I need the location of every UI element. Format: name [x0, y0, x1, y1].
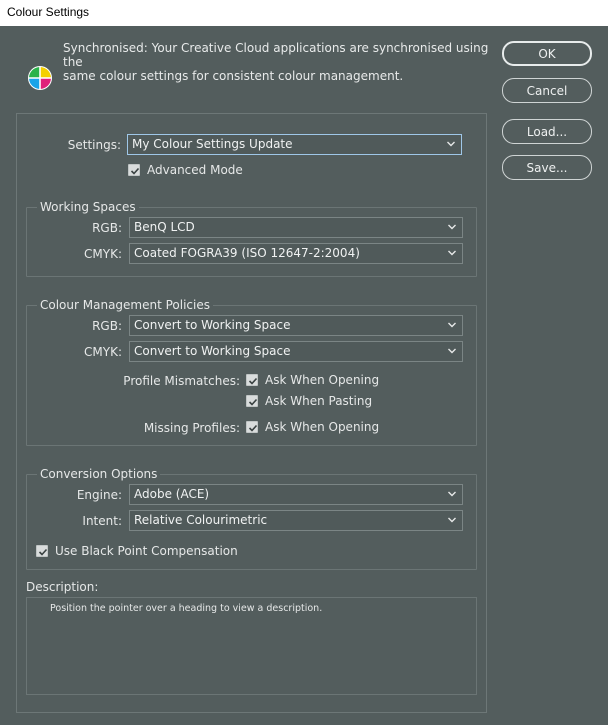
- policy-rgb-label: RGB:: [92, 319, 122, 333]
- chevron-down-icon: [448, 348, 456, 354]
- settings-dropdown[interactable]: My Colour Settings Update: [127, 134, 462, 155]
- missing-ask-when-opening-label: Ask When Opening: [265, 420, 380, 434]
- policy-rgb-dropdown[interactable]: Convert to Working Space: [129, 315, 463, 336]
- chevron-down-icon: [447, 141, 455, 147]
- engine-value: Adobe (ACE): [134, 487, 210, 501]
- window-title: Colour Settings: [7, 5, 90, 19]
- sync-message-line-2: same colour settings for consistent colo…: [63, 69, 404, 83]
- ask-when-pasting-label: Ask When Pasting: [265, 394, 373, 408]
- advanced-mode-label: Advanced Mode: [147, 163, 243, 177]
- engine-label: Engine:: [76, 488, 122, 502]
- checkmark-icon: [130, 167, 140, 175]
- advanced-mode-checkbox[interactable]: [128, 164, 140, 176]
- intent-dropdown[interactable]: Relative Colourimetric: [129, 510, 463, 531]
- chevron-down-icon: [448, 322, 456, 328]
- window-title-bar: Colour Settings: [0, 0, 608, 26]
- ws-rgb-label: RGB:: [92, 221, 122, 235]
- checkmark-icon: [248, 424, 258, 432]
- ws-cmyk-dropdown[interactable]: Coated FOGRA39 (ISO 12647-2:2004): [129, 243, 463, 264]
- engine-dropdown[interactable]: Adobe (ACE): [129, 484, 463, 505]
- description-title: Description:: [26, 580, 99, 594]
- black-point-compensation-checkbox[interactable]: [36, 545, 48, 557]
- colour-wheel-icon: [27, 65, 53, 91]
- description-text: Position the pointer over a heading to v…: [50, 603, 323, 614]
- checkmark-icon: [248, 377, 258, 385]
- conversion-title: Conversion Options: [37, 467, 161, 481]
- ok-button[interactable]: OK: [502, 41, 592, 66]
- policy-cmyk-dropdown[interactable]: Convert to Working Space: [129, 341, 463, 362]
- settings-value: My Colour Settings Update: [132, 137, 293, 151]
- black-point-compensation-label: Use Black Point Compensation: [55, 544, 238, 558]
- policy-cmyk-label: CMYK:: [84, 345, 122, 359]
- policies-title: Colour Management Policies: [37, 298, 213, 312]
- missing-ask-when-opening-checkbox[interactable]: [246, 421, 258, 433]
- sync-message: Synchronised: Your Creative Cloud applic…: [63, 41, 493, 83]
- load-button[interactable]: Load...: [502, 119, 592, 144]
- save-button[interactable]: Save...: [502, 155, 592, 180]
- cancel-button[interactable]: Cancel: [502, 78, 592, 103]
- ask-when-opening-label: Ask When Opening: [265, 373, 380, 387]
- chevron-down-icon: [448, 224, 456, 230]
- chevron-down-icon: [448, 517, 456, 523]
- checkmark-icon: [38, 548, 48, 556]
- ws-rgb-value: BenQ LCD: [134, 220, 195, 234]
- policy-rgb-value: Convert to Working Space: [134, 318, 291, 332]
- working-spaces-title: Working Spaces: [37, 200, 139, 214]
- chevron-down-icon: [448, 491, 456, 497]
- ws-cmyk-value: Coated FOGRA39 (ISO 12647-2:2004): [134, 246, 360, 260]
- checkmark-icon: [248, 398, 258, 406]
- intent-value: Relative Colourimetric: [134, 513, 268, 527]
- missing-profiles-label: Missing Profiles:: [143, 421, 240, 435]
- ask-when-pasting-checkbox[interactable]: [246, 395, 258, 407]
- sync-message-line-1: Synchronised: Your Creative Cloud applic…: [63, 41, 489, 69]
- settings-label: Settings:: [67, 138, 121, 152]
- policy-cmyk-value: Convert to Working Space: [134, 344, 291, 358]
- profile-mismatches-label: Profile Mismatches:: [123, 374, 240, 388]
- ws-rgb-dropdown[interactable]: BenQ LCD: [129, 217, 463, 238]
- ws-cmyk-label: CMYK:: [84, 247, 122, 261]
- ask-when-opening-checkbox[interactable]: [246, 374, 258, 386]
- chevron-down-icon: [448, 250, 456, 256]
- intent-label: Intent:: [82, 514, 122, 528]
